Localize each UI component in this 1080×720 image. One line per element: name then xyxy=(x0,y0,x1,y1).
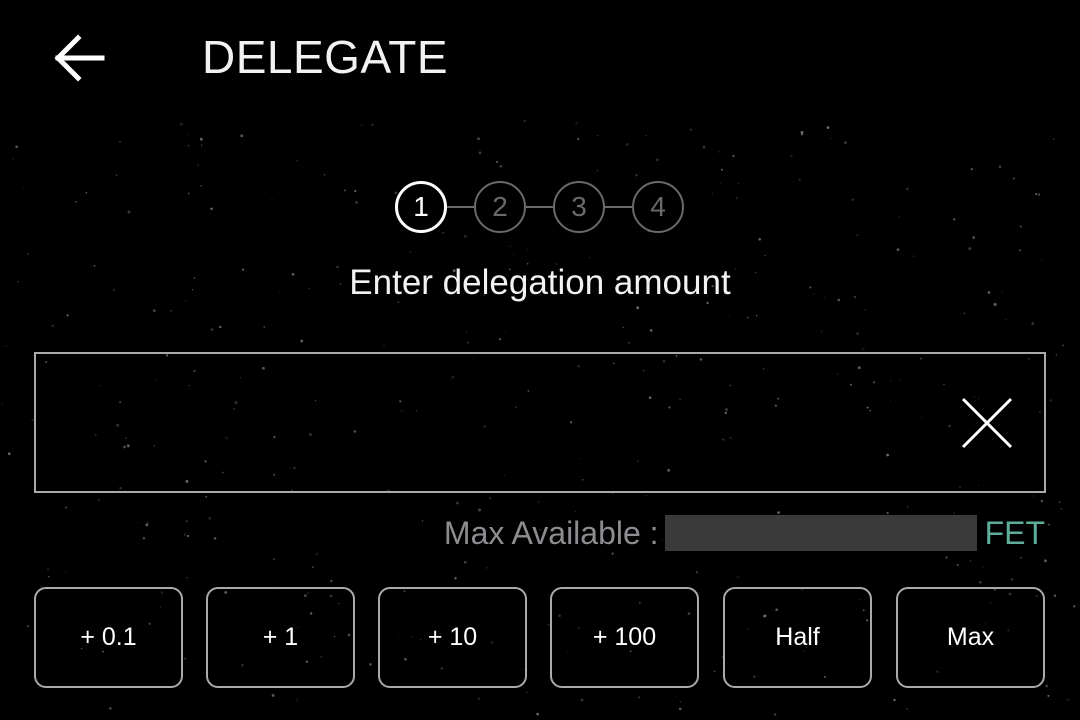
max-available-row: Max Available : FET xyxy=(444,512,1045,554)
step-3: 3 xyxy=(553,181,605,233)
step-connector xyxy=(605,206,632,208)
clear-button[interactable] xyxy=(958,394,1016,452)
step-indicator: 1 2 3 4 xyxy=(395,181,685,233)
add-10-button[interactable]: + 10 xyxy=(378,587,527,688)
max-button[interactable]: Max xyxy=(896,587,1045,688)
step-connector xyxy=(447,206,474,208)
step-1: 1 xyxy=(395,181,447,233)
instruction-text: Enter delegation amount xyxy=(349,263,731,302)
app-header: DELEGATE xyxy=(0,0,1080,112)
add-0-1-button[interactable]: + 0.1 xyxy=(34,587,183,688)
half-button[interactable]: Half xyxy=(723,587,872,688)
step-2: 2 xyxy=(474,181,526,233)
add-1-button[interactable]: + 1 xyxy=(206,587,355,688)
page-title: DELEGATE xyxy=(202,31,448,83)
max-available-value-redacted xyxy=(664,515,977,551)
max-available-unit: FET xyxy=(984,514,1045,551)
add-100-button[interactable]: + 100 xyxy=(550,587,699,688)
close-icon xyxy=(961,397,1013,449)
quick-amount-buttons: + 0.1 + 1 + 10 + 100 Half Max xyxy=(34,587,1046,688)
step-4: 4 xyxy=(632,181,684,233)
back-button[interactable] xyxy=(50,28,110,88)
arrow-left-icon xyxy=(54,34,105,82)
amount-input[interactable] xyxy=(56,374,936,474)
step-connector xyxy=(526,206,553,208)
max-available-label: Max Available : xyxy=(443,514,659,551)
amount-field-container xyxy=(34,352,1046,493)
